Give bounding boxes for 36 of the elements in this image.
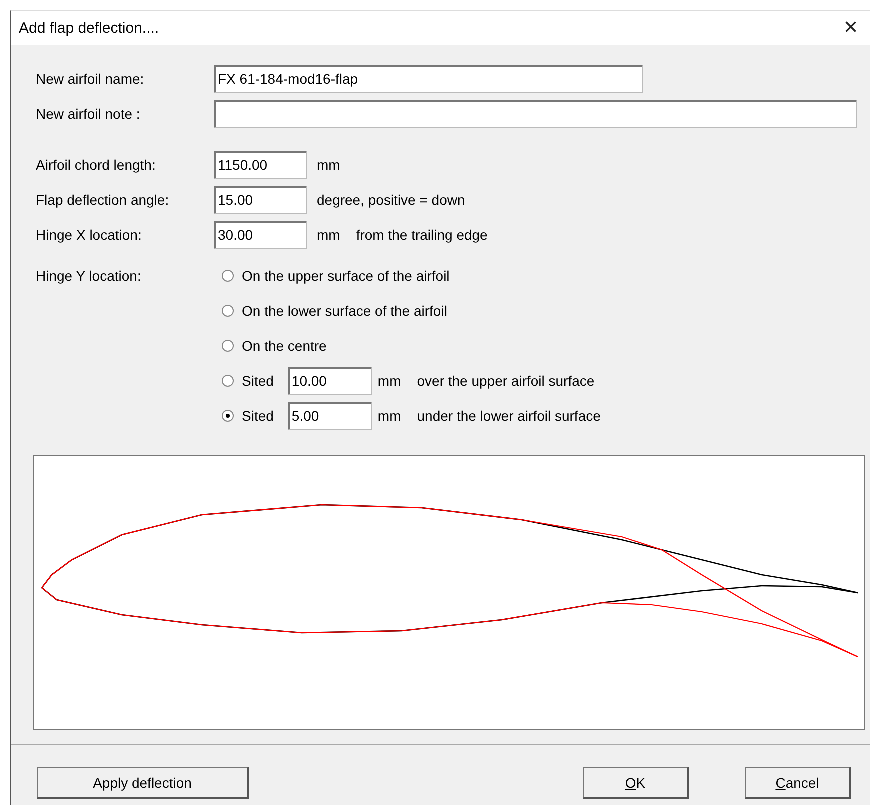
number-field[interactable]: 1150.00 [214,150,307,178]
unit-label: mm [378,372,402,388]
radio-icon[interactable] [222,304,234,316]
hint-text: under the lower airfoil surface [417,408,601,424]
number-field[interactable]: 30.00 [214,220,307,248]
dialog-button[interactable]: Cancel [745,767,851,799]
field-label: New airfoil note : [36,106,142,122]
field-label: Hinge X location: [36,226,143,242]
unit-label: mm [378,408,402,424]
field-label: New airfoil name: [36,70,146,86]
radio-option[interactable]: Sited [222,408,274,424]
radio-icon[interactable] [222,410,234,422]
number-field[interactable]: 10.00 [288,366,372,394]
text-field[interactable] [214,100,857,128]
field-label: Airfoil chord length: [36,156,157,172]
unit-label: mm [317,226,340,242]
radio-icon[interactable] [222,374,234,386]
number-field[interactable]: 5.00 [288,402,372,430]
radio-option[interactable]: On the upper surface of the airfoil [222,268,450,284]
text-field[interactable]: FX 61-184-mod16-flap [214,64,643,92]
radio-option[interactable]: On the lower surface of the airfoil [222,302,448,318]
number-field[interactable]: 15.00 [214,186,307,214]
radio-option[interactable]: Sited [222,372,274,388]
dialog-button[interactable]: OK [583,767,689,799]
hint-text: over the upper airfoil surface [417,372,595,388]
unit-label: degree, positive = down [317,192,466,208]
field-label: Hinge Y location: [36,268,142,284]
close-button[interactable]: × [838,16,864,40]
dialog-button[interactable]: Apply deflection [37,767,249,799]
window-title: Add flap deflection.... [19,20,160,36]
unit-label: mm [317,156,340,172]
radio-icon[interactable] [222,270,234,282]
radio-option[interactable]: On the centre [222,338,327,354]
hint-text: from the trailing edge [356,226,488,242]
radio-icon[interactable] [222,340,234,352]
field-label: Flap deflection angle: [36,192,170,208]
